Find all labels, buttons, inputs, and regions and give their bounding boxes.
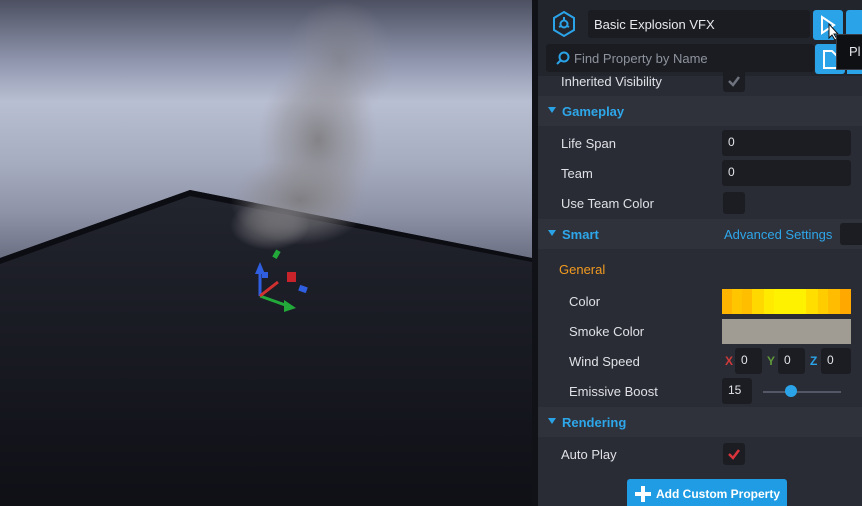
life-span-row: Life Span 0 xyxy=(538,128,862,158)
search-input[interactable] xyxy=(574,48,806,68)
life-span-label: Life Span xyxy=(561,136,616,151)
section-smart-title: Smart xyxy=(562,227,599,242)
inherited-visibility-checkbox[interactable] xyxy=(723,70,745,92)
section-rendering[interactable]: Rendering xyxy=(538,407,862,437)
section-rendering-title: Rendering xyxy=(562,415,627,430)
smoke-color-row: Smoke Color xyxy=(538,316,862,346)
use-team-color-checkbox[interactable] xyxy=(723,192,745,214)
wind-x-axis-label: X xyxy=(725,354,734,368)
wind-x-input[interactable]: 0 xyxy=(735,348,762,374)
emissive-boost-slider-handle[interactable] xyxy=(785,385,797,397)
emissive-boost-row: Emissive Boost 15 xyxy=(538,376,862,406)
smoke-color-swatch[interactable] xyxy=(722,319,851,344)
panel-header: Basic Explosion VFX Pl xyxy=(538,0,862,76)
wind-speed-row: Wind Speed X 0 Y 0 Z 0 xyxy=(538,346,862,376)
scene-viewport[interactable] xyxy=(0,0,532,506)
color-label: Color xyxy=(569,294,601,309)
checkmark-icon xyxy=(728,449,740,460)
object-name-field[interactable]: Basic Explosion VFX xyxy=(588,10,810,38)
section-gameplay[interactable]: Gameplay xyxy=(538,96,862,126)
advanced-settings-checkbox[interactable] xyxy=(840,223,862,245)
transform-gizmo-icon[interactable] xyxy=(250,244,310,314)
add-custom-property-button[interactable]: Add Custom Property xyxy=(627,479,787,506)
play-tooltip: Pl xyxy=(836,34,862,70)
wind-speed-label: Wind Speed xyxy=(569,354,640,369)
use-team-color-row: Use Team Color xyxy=(538,188,862,218)
team-label: Team xyxy=(561,166,593,181)
collapse-arrow-icon xyxy=(548,230,556,236)
section-smart[interactable]: Smart Advanced Settings xyxy=(538,219,862,249)
wind-z-input[interactable]: 0 xyxy=(821,348,851,374)
smoke-color-label: Smoke Color xyxy=(569,324,645,339)
auto-play-label: Auto Play xyxy=(561,447,617,462)
search-icon xyxy=(556,51,570,65)
general-subheading: General xyxy=(559,262,606,277)
inherited-visibility-label: Inherited Visibility xyxy=(561,74,662,89)
checkmark-icon xyxy=(728,76,740,87)
auto-play-checkbox[interactable] xyxy=(723,443,745,465)
collapse-arrow-icon xyxy=(548,107,556,113)
team-input[interactable]: 0 xyxy=(722,160,851,186)
color-swatch[interactable] xyxy=(722,289,851,314)
auto-play-row: Auto Play xyxy=(538,439,862,469)
vfx-object-icon xyxy=(553,10,575,38)
section-gameplay-title: Gameplay xyxy=(562,104,625,119)
life-span-input[interactable]: 0 xyxy=(722,130,851,156)
emissive-boost-input[interactable]: 15 xyxy=(722,378,752,404)
use-team-color-label: Use Team Color xyxy=(561,196,654,211)
advanced-settings-label: Advanced Settings xyxy=(724,227,833,242)
plus-icon xyxy=(635,486,651,502)
team-row: Team 0 xyxy=(538,158,862,188)
collapse-arrow-icon xyxy=(548,418,556,424)
wind-z-axis-label: Z xyxy=(810,354,818,368)
wind-y-input[interactable]: 0 xyxy=(778,348,805,374)
inherited-visibility-row: Inherited Visibility xyxy=(538,66,862,96)
emissive-boost-label: Emissive Boost xyxy=(569,384,658,399)
color-row: Color xyxy=(538,286,862,316)
properties-panel: Basic Explosion VFX Pl Inherited Visibil… xyxy=(538,0,862,506)
emissive-boost-slider-track[interactable] xyxy=(763,391,841,393)
add-custom-property-label: Add Custom Property xyxy=(656,487,781,501)
wind-y-axis-label: Y xyxy=(767,354,776,368)
